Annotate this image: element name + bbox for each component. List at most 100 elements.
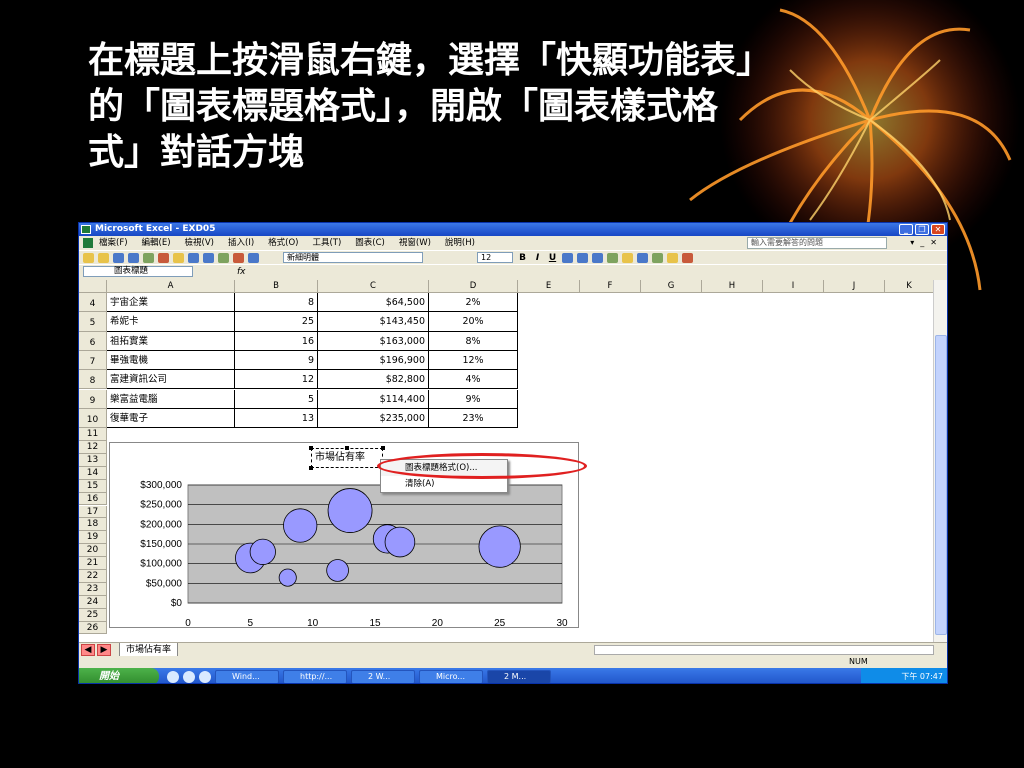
- taskbar-item-active[interactable]: 2 M...: [487, 669, 551, 683]
- column-header[interactable]: G: [641, 280, 702, 293]
- row-header[interactable]: 9: [79, 389, 107, 409]
- preview-icon[interactable]: [143, 252, 154, 263]
- column-header[interactable]: I: [763, 280, 824, 293]
- menu-chart[interactable]: 圖表(C): [355, 236, 385, 250]
- table-cell[interactable]: 12%: [429, 350, 518, 371]
- row-header[interactable]: 23: [79, 582, 107, 596]
- vertical-scrollbar[interactable]: [933, 280, 947, 642]
- table-cell[interactable]: 13: [235, 408, 318, 429]
- row-header[interactable]: 14: [79, 466, 107, 480]
- table-cell[interactable]: $82,800: [318, 370, 429, 390]
- row-header[interactable]: 5: [79, 312, 107, 332]
- open-icon[interactable]: [98, 252, 109, 263]
- menu-file[interactable]: 檔案(F): [99, 236, 128, 250]
- row-header[interactable]: 17: [79, 505, 107, 519]
- table-cell[interactable]: 畢強電機: [107, 350, 235, 371]
- select-all-corner[interactable]: [79, 280, 107, 293]
- menu-insert[interactable]: 插入(I): [228, 236, 254, 250]
- table-cell[interactable]: 富建資訊公司: [107, 370, 235, 390]
- table-cell[interactable]: 20%: [429, 312, 518, 332]
- currency-icon[interactable]: [622, 252, 633, 263]
- tab-market-share[interactable]: 市場佔有率: [119, 643, 179, 657]
- column-header[interactable]: C: [318, 280, 429, 293]
- selection-handle[interactable]: [309, 446, 313, 450]
- table-cell[interactable]: $143,450: [318, 312, 429, 332]
- italic-button[interactable]: I: [532, 253, 543, 263]
- row-header[interactable]: 22: [79, 570, 107, 583]
- table-cell[interactable]: 樂富益電腦: [107, 389, 235, 409]
- row-header[interactable]: 8: [79, 370, 107, 390]
- chart-title[interactable]: 市場佔有率: [311, 448, 383, 468]
- undo-icon[interactable]: [188, 252, 199, 263]
- quick-launch-icon[interactable]: [199, 670, 211, 683]
- row-header[interactable]: 4: [79, 293, 107, 313]
- bold-button[interactable]: B: [517, 253, 528, 263]
- row-header[interactable]: 19: [79, 531, 107, 545]
- window-titlebar[interactable]: Microsoft Excel - EXD05 _ ❐ ✕: [79, 223, 947, 236]
- column-header[interactable]: E: [518, 280, 580, 293]
- help-icon[interactable]: [248, 252, 259, 263]
- table-cell[interactable]: 23%: [429, 408, 518, 429]
- new-icon[interactable]: [83, 252, 94, 263]
- minimize-button[interactable]: _: [899, 224, 913, 235]
- menu-edit[interactable]: 編輯(E): [142, 236, 171, 250]
- column-header[interactable]: D: [429, 280, 518, 293]
- save-icon[interactable]: [113, 252, 124, 263]
- taskbar-item[interactable]: http://...: [283, 669, 347, 683]
- row-header[interactable]: 24: [79, 595, 107, 609]
- document-window-controls[interactable]: ▾_✕: [910, 236, 943, 250]
- row-header[interactable]: 16: [79, 492, 107, 506]
- row-header[interactable]: 20: [79, 544, 107, 558]
- table-cell[interactable]: 5: [235, 389, 318, 409]
- font-color-icon[interactable]: [682, 252, 693, 263]
- table-cell[interactable]: 9: [235, 350, 318, 371]
- row-header[interactable]: 15: [79, 479, 107, 493]
- column-header[interactable]: K: [885, 280, 934, 293]
- horizontal-scrollbar[interactable]: [594, 645, 934, 655]
- redo-icon[interactable]: [203, 252, 214, 263]
- worksheet-grid[interactable]: A B C D E F G H I J K 4 宇宙企業 8 $64,500 2…: [79, 280, 934, 642]
- help-question-input[interactable]: 輸入需要解答的問題: [747, 237, 887, 249]
- row-header[interactable]: 7: [79, 350, 107, 371]
- restore-button[interactable]: ❐: [915, 224, 929, 235]
- row-header[interactable]: 26: [79, 621, 107, 635]
- font-size-select[interactable]: 12: [477, 252, 513, 263]
- taskbar-item[interactable]: 2 W...: [351, 669, 415, 683]
- quick-launch-icon[interactable]: [183, 670, 195, 683]
- start-button[interactable]: 開始: [79, 668, 159, 683]
- menu-format[interactable]: 格式(O): [268, 236, 298, 250]
- selection-handle[interactable]: [309, 466, 313, 470]
- name-box[interactable]: 圖表標題: [83, 266, 193, 277]
- selection-handle[interactable]: [345, 446, 349, 450]
- table-cell[interactable]: $196,900: [318, 350, 429, 371]
- tab-nav-next-icon[interactable]: ▶: [97, 644, 111, 656]
- table-cell[interactable]: 8%: [429, 331, 518, 351]
- chart-wizard-icon[interactable]: [233, 252, 244, 263]
- sum-icon[interactable]: [218, 252, 229, 263]
- bubble-chart[interactable]: $0 $50,000 $100,000 $150,000 $200,000 $250,00…: [109, 442, 579, 629]
- merge-center-icon[interactable]: [607, 252, 618, 263]
- scroll-thumb[interactable]: [935, 335, 947, 635]
- table-cell[interactable]: 9%: [429, 389, 518, 409]
- indent-icon[interactable]: [637, 252, 648, 263]
- row-header[interactable]: 12: [79, 441, 107, 454]
- selection-handle[interactable]: [381, 446, 385, 450]
- quick-launch-icon[interactable]: [167, 670, 179, 683]
- close-button[interactable]: ✕: [931, 224, 945, 235]
- row-header[interactable]: 6: [79, 331, 107, 351]
- table-cell[interactable]: 宇宙企業: [107, 293, 235, 313]
- table-cell[interactable]: $64,500: [318, 293, 429, 313]
- table-cell[interactable]: 4%: [429, 370, 518, 390]
- fx-icon[interactable]: fx: [237, 267, 246, 277]
- column-header[interactable]: J: [824, 280, 885, 293]
- menu-tools[interactable]: 工具(T): [312, 236, 341, 250]
- clear-item[interactable]: 清除(A): [381, 476, 507, 492]
- row-header[interactable]: 11: [79, 428, 107, 441]
- tab-nav-prev-icon[interactable]: ◀: [81, 644, 95, 656]
- underline-button[interactable]: U: [547, 253, 558, 263]
- table-cell[interactable]: $235,000: [318, 408, 429, 429]
- menu-window[interactable]: 視窗(W): [399, 236, 431, 250]
- table-cell[interactable]: 復華電子: [107, 408, 235, 429]
- column-header[interactable]: A: [107, 280, 235, 293]
- row-header[interactable]: 18: [79, 518, 107, 532]
